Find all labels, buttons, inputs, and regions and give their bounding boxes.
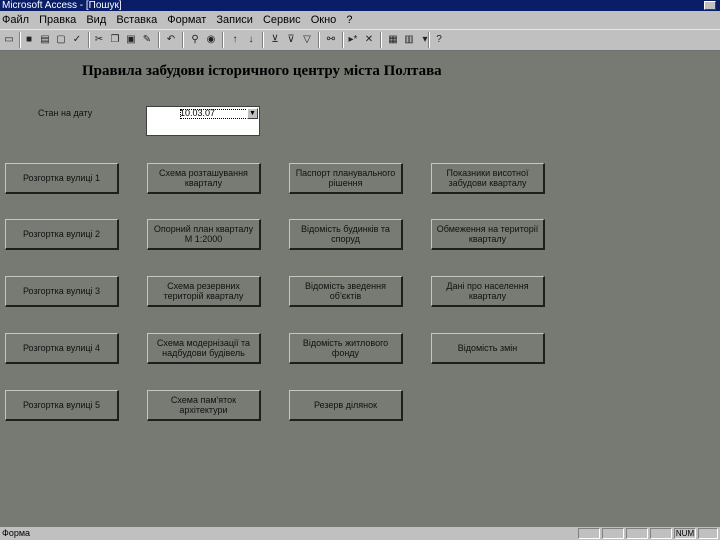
filter-by-selection-icon[interactable]: ⊻ bbox=[268, 33, 282, 47]
street-elevation-4-button[interactable]: Розгортка вулиці 4 bbox=[5, 333, 119, 364]
print-icon[interactable]: ▤ bbox=[38, 33, 52, 47]
street-elevation-5-button[interactable]: Розгортка вулиці 5 bbox=[5, 390, 119, 421]
date-combo-box[interactable]: 10.03.07 ▼ bbox=[146, 106, 260, 136]
toolbar-separator bbox=[158, 32, 160, 48]
toolbar-separator bbox=[222, 32, 224, 48]
status-panel bbox=[698, 528, 718, 539]
menu-insert[interactable]: Вставка bbox=[114, 14, 162, 26]
cut-icon[interactable]: ✂ bbox=[92, 33, 106, 47]
land-reserve-button[interactable]: Резерв ділянок bbox=[289, 390, 403, 421]
form-title: Правила забудови історичного центру міст… bbox=[82, 63, 442, 79]
sort-ascending-icon[interactable]: ↑ bbox=[228, 33, 242, 47]
street-elevation-1-button[interactable]: Розгортка вулиці 1 bbox=[5, 163, 119, 194]
buildings-list-button[interactable]: Відомість будинків та споруд bbox=[289, 219, 403, 250]
block-restrictions-button[interactable]: Обмеження на території кварталу bbox=[431, 219, 545, 250]
status-text: Форма bbox=[2, 528, 31, 538]
num-lock-indicator: NUM bbox=[674, 528, 696, 539]
toolbar-separator bbox=[342, 32, 344, 48]
paste-icon[interactable]: ▣ bbox=[124, 33, 138, 47]
menu-edit[interactable]: Правка bbox=[37, 14, 81, 26]
menu-tools[interactable]: Сервис bbox=[261, 14, 306, 26]
title-bar: Microsoft Access - [Пошук] bbox=[0, 0, 720, 11]
apply-filter-icon[interactable]: ▽ bbox=[300, 33, 314, 47]
height-indicators-button[interactable]: Показники висотної забудови кварталу bbox=[431, 163, 545, 194]
toolbar-separator bbox=[182, 32, 184, 48]
database-window-icon[interactable]: ▥ bbox=[402, 33, 416, 47]
menu-file[interactable]: Файл bbox=[0, 14, 34, 26]
new-record-icon[interactable]: ▸* bbox=[346, 33, 360, 47]
sort-descending-icon[interactable]: ↓ bbox=[244, 33, 258, 47]
help-icon[interactable]: ? bbox=[432, 33, 446, 47]
architecture-monuments-button[interactable]: Схема пам'яток архітектури bbox=[147, 390, 261, 421]
population-data-button[interactable]: Дані про населення кварталу bbox=[431, 276, 545, 307]
window-title: Microsoft Access - [Пошук] bbox=[2, 0, 122, 11]
undo-icon[interactable]: ↶ bbox=[164, 33, 178, 47]
block-location-scheme-button[interactable]: Схема розташування кварталу bbox=[147, 163, 261, 194]
construction-summary-button[interactable]: Відомість зведення об'єктів bbox=[289, 276, 403, 307]
copy-icon[interactable]: ❐ bbox=[108, 33, 122, 47]
street-elevation-2-button[interactable]: Розгортка вулиці 2 bbox=[5, 219, 119, 250]
print-preview-icon[interactable]: ▢ bbox=[54, 33, 68, 47]
reference-plan-button[interactable]: Опорний план кварталу М 1:2000 bbox=[147, 219, 261, 250]
insert-hyperlink-icon[interactable]: ⚲ bbox=[188, 33, 202, 47]
toolbar-separator bbox=[88, 32, 90, 48]
web-toolbar-icon[interactable]: ◉ bbox=[204, 33, 218, 47]
menu-records[interactable]: Записи bbox=[214, 14, 258, 26]
properties-icon[interactable]: ▦ bbox=[386, 33, 400, 47]
form-view-icon[interactable]: ▭ bbox=[2, 33, 16, 47]
status-panel bbox=[578, 528, 600, 539]
close-window-button[interactable] bbox=[704, 1, 716, 10]
toolbar-separator bbox=[380, 32, 382, 48]
status-bar: Форма NUM bbox=[0, 527, 720, 540]
status-panel bbox=[602, 528, 624, 539]
menu-window[interactable]: Окно bbox=[309, 14, 342, 26]
housing-stock-button[interactable]: Відомість житлового фонду bbox=[289, 333, 403, 364]
status-panel bbox=[650, 528, 672, 539]
menu-format[interactable]: Формат bbox=[165, 14, 211, 26]
menu-bar: Файл Правка Вид Вставка Формат Записи Се… bbox=[0, 11, 720, 29]
format-painter-icon[interactable]: ✎ bbox=[140, 33, 154, 47]
toolbar-separator bbox=[262, 32, 264, 48]
save-icon[interactable]: ■ bbox=[22, 33, 36, 47]
changes-list-button[interactable]: Відомість змін bbox=[431, 333, 545, 364]
menu-view[interactable]: Вид bbox=[84, 14, 111, 26]
reserve-territories-button[interactable]: Схема резервних територій кварталу bbox=[147, 276, 261, 307]
modernization-scheme-button[interactable]: Схема модернізації та надбудови будівель bbox=[147, 333, 261, 364]
chevron-down-icon[interactable]: ▼ bbox=[247, 108, 258, 119]
planning-passport-button[interactable]: Паспорт планувального рішення bbox=[289, 163, 403, 194]
delete-record-icon[interactable]: ✕ bbox=[362, 33, 376, 47]
toolbar-separator bbox=[428, 32, 430, 48]
toolbar: ▭ ■ ▤ ▢ ✓ ✂ ❐ ▣ ✎ ↶ ⚲ ◉ ↑ ↓ ⊻ ⊽ ▽ ⚯ ▸* ✕… bbox=[0, 29, 720, 51]
street-elevation-3-button[interactable]: Розгортка вулиці 3 bbox=[5, 276, 119, 307]
menu-help[interactable]: ? bbox=[344, 14, 357, 26]
date-value[interactable]: 10.03.07 bbox=[180, 108, 215, 118]
status-panel bbox=[626, 528, 648, 539]
filter-by-form-icon[interactable]: ⊽ bbox=[284, 33, 298, 47]
toolbar-separator bbox=[19, 32, 21, 48]
date-label: Стан на дату bbox=[38, 108, 93, 118]
toolbar-separator bbox=[318, 32, 320, 48]
spelling-icon[interactable]: ✓ bbox=[70, 33, 84, 47]
find-icon[interactable]: ⚯ bbox=[324, 33, 338, 47]
